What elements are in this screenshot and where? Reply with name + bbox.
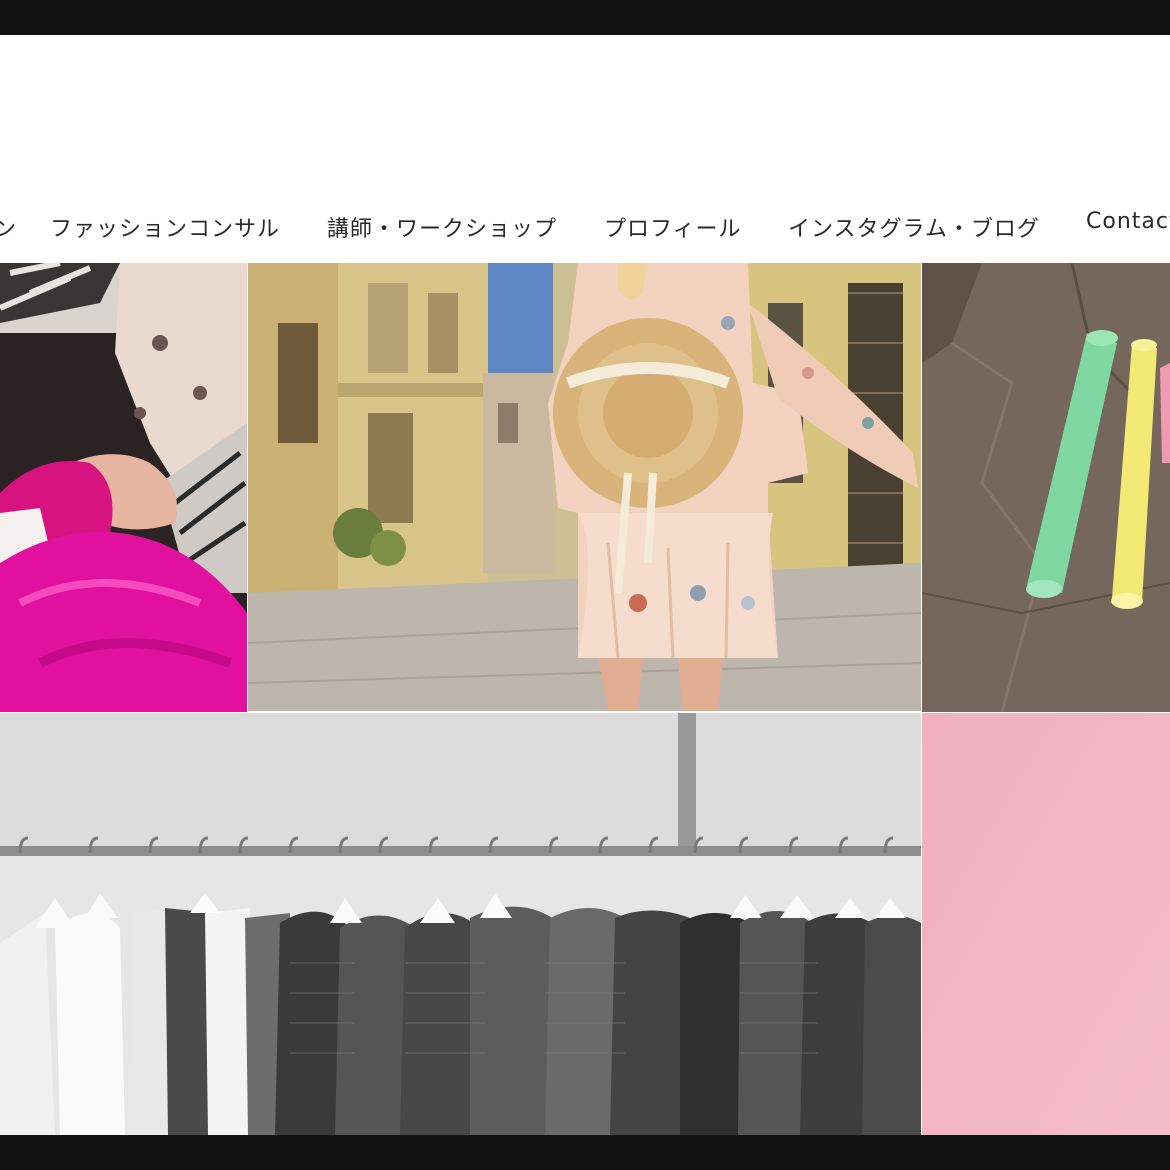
clothing-rack-photo[interactable] [0, 713, 921, 1135]
sewing-fabric-photo[interactable] [0, 263, 247, 712]
pink-background-photo[interactable] [922, 713, 1170, 1135]
chalk-sticks-photo[interactable] [922, 263, 1170, 712]
nav-item-instagram-blog[interactable]: インスタグラム・ブログ [788, 211, 1040, 243]
nav-item-contact[interactable]: Contact [1086, 209, 1170, 234]
nav-item-partial[interactable]: ン [0, 211, 17, 243]
top-black-bar [0, 0, 1170, 35]
street-dress-hat-photo[interactable] [248, 263, 921, 711]
nav-item-lecturer-workshop[interactable]: 講師・ワークショップ [327, 211, 557, 243]
nav-item-fashion-consulting[interactable]: ファッションコンサル [50, 211, 280, 243]
photo-gallery [0, 263, 1170, 1135]
site-header: ン ファッションコンサル 講師・ワークショップ プロフィール インスタグラム・ブ… [0, 35, 1170, 263]
bottom-black-bar [0, 1135, 1170, 1170]
nav-item-profile[interactable]: プロフィール [604, 211, 742, 243]
